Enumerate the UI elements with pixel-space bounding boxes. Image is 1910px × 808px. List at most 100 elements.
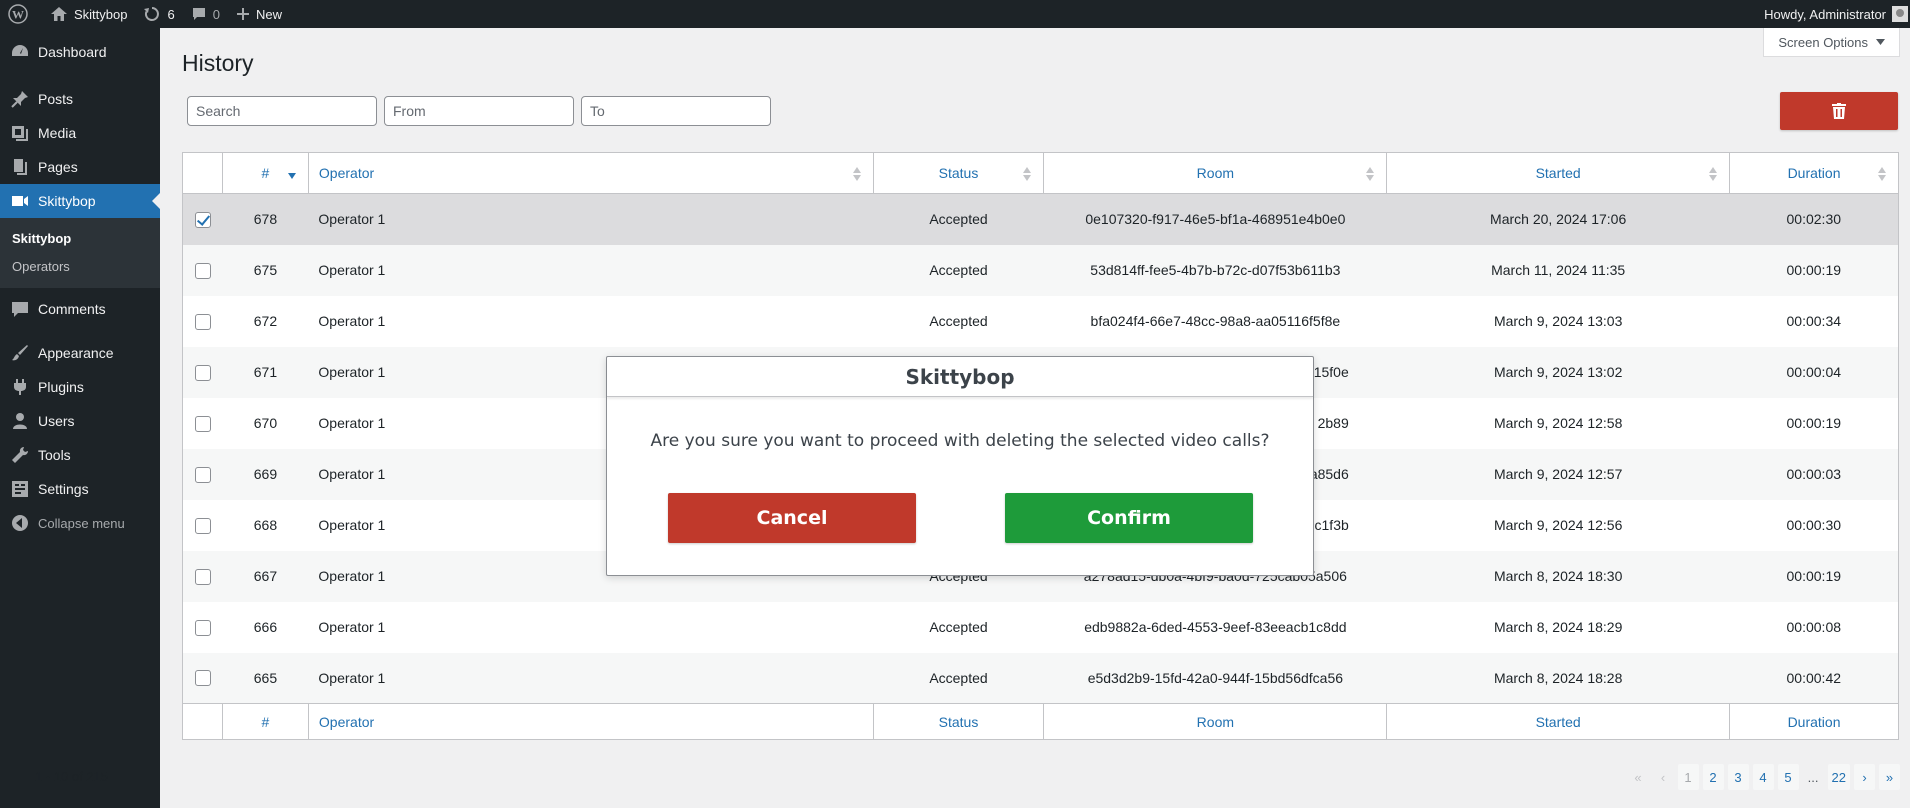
sort-icon <box>1366 167 1375 181</box>
comment-icon <box>192 8 205 20</box>
cell-id: 669 <box>253 466 278 482</box>
sidebar-item-comments[interactable]: Comments <box>0 292 160 326</box>
sidebar-item-label: Skittybop <box>38 193 96 209</box>
wordpress-logo-icon[interactable]: W <box>0 0 42 28</box>
row-checkbox[interactable] <box>194 364 211 381</box>
cell-started: March 8, 2024 18:29 <box>1493 619 1623 635</box>
cell-room: 53d814ff-fee5-4b7b-b72c-d07f53b611b3 <box>1090 262 1341 278</box>
page-button[interactable]: 4 <box>1752 764 1774 790</box>
caret-down-icon <box>1876 39 1885 45</box>
row-checkbox[interactable] <box>194 619 211 636</box>
column-header-operator[interactable]: Operator <box>307 152 874 194</box>
page-button-last[interactable]: 22 <box>1827 764 1850 790</box>
settings-icon <box>12 481 28 497</box>
site-name-link[interactable]: Skittybop <box>42 0 135 28</box>
comments-link[interactable]: 0 <box>183 0 228 28</box>
user-icon <box>13 413 27 429</box>
first-page-button[interactable]: « <box>1627 764 1649 790</box>
plug-icon <box>14 379 26 395</box>
sidebar-item-label: Settings <box>38 481 89 497</box>
row-checkbox[interactable] <box>194 313 211 330</box>
collapse-menu-button[interactable]: Collapse menu <box>0 506 160 540</box>
sidebar-item-media[interactable]: Media <box>0 116 160 150</box>
cell-id: 668 <box>253 517 278 533</box>
sidebar-item-label: Dashboard <box>38 44 107 60</box>
footer-header-duration[interactable]: Duration <box>1729 703 1899 740</box>
row-checkbox[interactable] <box>194 211 211 228</box>
cancel-button[interactable]: Cancel <box>668 493 916 543</box>
avatar <box>1892 6 1908 22</box>
next-page-button[interactable]: › <box>1854 764 1875 790</box>
page-button-current[interactable]: 1 <box>1677 764 1699 790</box>
submenu-item-operators[interactable]: Operators <box>0 252 160 280</box>
cell-duration: 00:00:19 <box>1786 262 1842 278</box>
footer-header-started[interactable]: Started <box>1386 703 1730 740</box>
table-footer-row: # Operator Status Room Started Duration <box>182 703 1899 740</box>
sidebar-item-pages[interactable]: Pages <box>0 150 160 184</box>
column-header-status[interactable]: Status <box>872 152 1044 194</box>
submenu-item-skittybop[interactable]: Skittybop <box>0 224 160 252</box>
sidebar-item-posts[interactable]: Posts <box>0 82 160 116</box>
cell-duration: 00:00:30 <box>1786 517 1842 533</box>
date-from-input[interactable] <box>384 96 574 126</box>
sidebar-item-tools[interactable]: Tools <box>0 438 160 472</box>
row-checkbox[interactable] <box>194 415 211 432</box>
page-button[interactable]: 5 <box>1777 764 1799 790</box>
sidebar-item-label: Media <box>38 125 77 141</box>
row-checkbox[interactable] <box>194 568 211 585</box>
updates-link[interactable]: 6 <box>135 0 182 28</box>
cell-operator: Operator 1 <box>318 313 386 329</box>
row-checkbox[interactable] <box>194 517 211 534</box>
cell-started: March 20, 2024 17:06 <box>1490 211 1627 228</box>
sidebar-item-skittybop[interactable]: Skittybop <box>0 184 160 218</box>
row-checkbox[interactable] <box>194 466 211 483</box>
confirm-button[interactable]: Confirm <box>1005 493 1253 543</box>
sidebar-item-label: Pages <box>38 159 78 175</box>
cell-duration: 00:00:03 <box>1786 466 1842 482</box>
column-header-label: # <box>261 165 270 181</box>
cell-room: e5d3d2b9-15fd-42a0-944f-15bd56dfca56 <box>1087 669 1344 686</box>
column-header-duration[interactable]: Duration <box>1729 152 1899 194</box>
footer-header-operator[interactable]: Operator <box>307 703 874 740</box>
column-header-id[interactable]: # <box>221 152 309 194</box>
media-icon <box>12 126 28 141</box>
table-row[interactable]: 665 Operator 1 Accepted e5d3d2b9-15fd-42… <box>182 652 1899 704</box>
admin-sidebar: Dashboard Posts Media Pages Skittybop Sk… <box>0 28 160 808</box>
my-account[interactable]: Howdy, Administrator <box>1764 6 1910 22</box>
cell-duration: 00:00:19 <box>1786 415 1842 431</box>
sidebar-item-users[interactable]: Users <box>0 404 160 438</box>
row-checkbox[interactable] <box>194 670 211 687</box>
cell-duration: 00:00:08 <box>1786 619 1842 635</box>
table-row[interactable]: 675 Operator 1 Accepted 53d814ff-fee5-4b… <box>182 244 1899 296</box>
cell-status: Accepted <box>929 262 988 278</box>
date-to-input[interactable] <box>581 96 771 126</box>
new-content-link[interactable]: New <box>228 0 290 28</box>
sidebar-item-settings[interactable]: Settings <box>0 472 160 506</box>
page-button[interactable]: 2 <box>1702 764 1724 790</box>
table-row[interactable]: 666 Operator 1 Accepted edb9882a-6ded-45… <box>183 602 1899 653</box>
cell-id: 671 <box>253 364 278 380</box>
column-header-room[interactable]: Room <box>1043 152 1387 194</box>
table-row[interactable]: 678 Operator 1 Accepted 0e107320-f917-46… <box>182 193 1899 245</box>
last-page-button[interactable]: » <box>1879 764 1900 790</box>
prev-page-button[interactable]: ‹ <box>1652 764 1674 790</box>
page-button[interactable]: 3 <box>1727 764 1749 790</box>
sidebar-item-label: Posts <box>38 91 74 107</box>
cell-status: Accepted <box>929 313 988 329</box>
sort-icon <box>1878 167 1886 181</box>
footer-header-status[interactable]: Status <box>872 703 1044 740</box>
sidebar-item-plugins[interactable]: Plugins <box>0 370 160 404</box>
footer-header-room[interactable]: Room <box>1043 703 1387 740</box>
cell-status: Accepted <box>929 619 988 635</box>
sidebar-item-appearance[interactable]: Appearance <box>0 336 160 370</box>
row-checkbox[interactable] <box>194 262 211 279</box>
table-row[interactable]: 672 Operator 1 Accepted bfa024f4-66e7-48… <box>183 296 1899 347</box>
delete-selected-button[interactable] <box>1780 92 1898 130</box>
column-header-started[interactable]: Started <box>1386 152 1730 194</box>
screen-options-button[interactable]: Screen Options <box>1763 28 1900 57</box>
sidebar-item-dashboard[interactable]: Dashboard <box>0 32 160 72</box>
skittybop-submenu: Skittybop Operators <box>0 218 160 288</box>
cell-started: March 9, 2024 12:58 <box>1493 415 1623 431</box>
search-input[interactable] <box>187 96 377 126</box>
footer-header-id[interactable]: # <box>221 703 309 740</box>
